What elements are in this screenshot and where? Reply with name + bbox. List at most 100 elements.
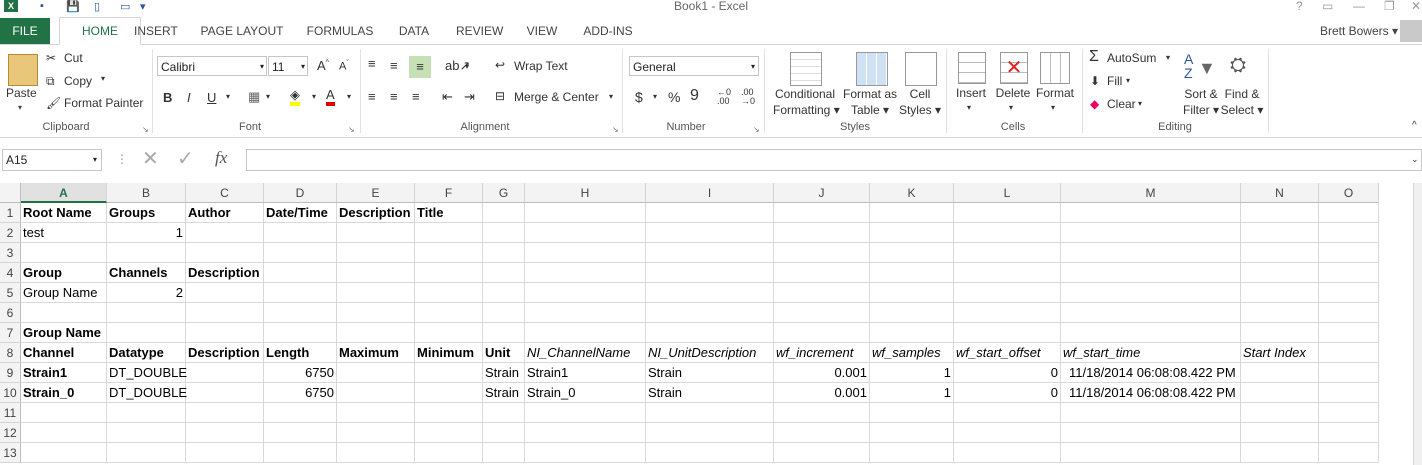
cell-b5[interactable]: 2	[107, 283, 186, 303]
cell-d5[interactable]	[264, 283, 337, 303]
cell-g6[interactable]	[483, 303, 525, 323]
cell-d11[interactable]	[264, 403, 337, 423]
cell-b1[interactable]: Groups	[107, 203, 186, 223]
cell-e3[interactable]	[337, 243, 415, 263]
conditional-formatting-button[interactable]: Conditional Formatting ▾	[773, 86, 840, 118]
cell-l4[interactable]	[954, 263, 1061, 283]
column-header-f[interactable]: F	[415, 183, 483, 203]
cell-c8[interactable]: Description	[186, 343, 264, 363]
cell-n9[interactable]	[1241, 363, 1319, 383]
cell-m3[interactable]	[1061, 243, 1241, 263]
cell-g3[interactable]	[483, 243, 525, 263]
cell-e11[interactable]	[337, 403, 415, 423]
ribbon-display-icon[interactable]: ▭	[1322, 0, 1333, 12]
fill-color-icon[interactable]: ◈	[290, 88, 300, 106]
cell-n6[interactable]	[1241, 303, 1319, 323]
font-color-dropdown-icon[interactable]: ▾	[347, 92, 351, 101]
format-button[interactable]: Format	[1034, 86, 1076, 100]
cell-i5[interactable]	[646, 283, 774, 303]
cell-g10[interactable]: Strain	[483, 383, 525, 403]
clear-icon[interactable]: ◆	[1090, 97, 1099, 111]
cell-b11[interactable]	[107, 403, 186, 423]
cell-d7[interactable]	[264, 323, 337, 343]
increase-indent-icon[interactable]: ⇥	[464, 89, 475, 105]
format-painter-button[interactable]: Format Painter	[64, 96, 143, 110]
cell-i12[interactable]	[646, 423, 774, 443]
cell-n1[interactable]	[1241, 203, 1319, 223]
binoculars-icon[interactable]: ⛭	[1230, 54, 1246, 77]
cell-h11[interactable]	[525, 403, 646, 423]
paste-dropdown-icon[interactable]: ▾	[18, 103, 22, 112]
cell-f9[interactable]	[415, 363, 483, 383]
align-left-icon[interactable]: ≡	[368, 89, 376, 104]
font-color-icon[interactable]: A	[326, 88, 335, 106]
row-header-2[interactable]: 2	[0, 223, 21, 243]
format-as-table-icon[interactable]	[856, 52, 888, 86]
cell-o13[interactable]	[1319, 443, 1379, 463]
format-as-table-button[interactable]: Format as Table ▾	[842, 86, 898, 118]
copy-button[interactable]: Copy	[64, 74, 92, 88]
cell-f10[interactable]	[415, 383, 483, 403]
conditional-formatting-icon[interactable]	[790, 52, 822, 86]
autosum-icon[interactable]: Σ	[1089, 48, 1099, 66]
cell-h2[interactable]	[525, 223, 646, 243]
number-launcher-icon[interactable]: ↘	[753, 125, 760, 134]
cell-k2[interactable]	[870, 223, 954, 243]
column-header-e[interactable]: E	[337, 183, 415, 203]
cell-l1[interactable]	[954, 203, 1061, 223]
cell-j1[interactable]	[774, 203, 870, 223]
format-cells-icon[interactable]	[1040, 52, 1070, 84]
fill-icon[interactable]: ⬇	[1090, 74, 1100, 88]
percent-button[interactable]: %	[668, 89, 680, 105]
column-header-m[interactable]: M	[1061, 183, 1241, 203]
cell-styles-icon[interactable]	[905, 52, 937, 86]
cell-e7[interactable]	[337, 323, 415, 343]
cell-l5[interactable]	[954, 283, 1061, 303]
cell-f1[interactable]: Title	[415, 203, 483, 223]
cell-k1[interactable]	[870, 203, 954, 223]
cell-f3[interactable]	[415, 243, 483, 263]
cell-j11[interactable]	[774, 403, 870, 423]
cell-l6[interactable]	[954, 303, 1061, 323]
cell-d6[interactable]	[264, 303, 337, 323]
cell-g9[interactable]: Strain	[483, 363, 525, 383]
cell-o1[interactable]	[1319, 203, 1379, 223]
cell-g8[interactable]: Unit	[483, 343, 525, 363]
cell-h3[interactable]	[525, 243, 646, 263]
cell-c4[interactable]: Description	[186, 263, 264, 283]
cell-a11[interactable]	[21, 403, 107, 423]
formula-input[interactable]	[246, 149, 1422, 171]
cell-g4[interactable]	[483, 263, 525, 283]
minimize-button[interactable]: —	[1353, 0, 1365, 12]
paste-button[interactable]: Paste	[6, 86, 37, 100]
cell-e10[interactable]	[337, 383, 415, 403]
cell-e12[interactable]	[337, 423, 415, 443]
tab-formulas[interactable]: FORMULAS	[306, 18, 374, 44]
orientation-dropdown-icon[interactable]: ▾	[465, 62, 469, 71]
cell-c5[interactable]	[186, 283, 264, 303]
cell-g11[interactable]	[483, 403, 525, 423]
cell-a8[interactable]: Channel	[21, 343, 107, 363]
row-header-5[interactable]: 5	[0, 283, 21, 303]
cell-l3[interactable]	[954, 243, 1061, 263]
cell-d13[interactable]	[264, 443, 337, 463]
delete-dropdown-icon[interactable]: ▾	[1009, 103, 1013, 112]
tab-add-ins[interactable]: ADD-INS	[582, 18, 634, 44]
comma-button[interactable]: 9	[690, 87, 699, 105]
insert-dropdown-icon[interactable]: ▾	[967, 103, 971, 112]
cell-a5[interactable]: Group Name	[21, 283, 107, 303]
align-center-icon[interactable]: ≡	[390, 89, 398, 104]
copy-dropdown-icon[interactable]: ▾	[101, 74, 105, 83]
cell-n10[interactable]	[1241, 383, 1319, 403]
cell-e13[interactable]	[337, 443, 415, 463]
cell-a9[interactable]: Strain1	[21, 363, 107, 383]
cell-a13[interactable]	[21, 443, 107, 463]
tab-insert[interactable]: INSERT	[134, 18, 178, 44]
cell-j3[interactable]	[774, 243, 870, 263]
cell-o11[interactable]	[1319, 403, 1379, 423]
cell-d9[interactable]: 6750	[264, 363, 337, 383]
format-painter-icon[interactable]: 🖌	[46, 96, 61, 110]
insert-function-button[interactable]: fx	[215, 148, 227, 168]
cell-k4[interactable]	[870, 263, 954, 283]
currency-button[interactable]: $	[635, 89, 643, 105]
